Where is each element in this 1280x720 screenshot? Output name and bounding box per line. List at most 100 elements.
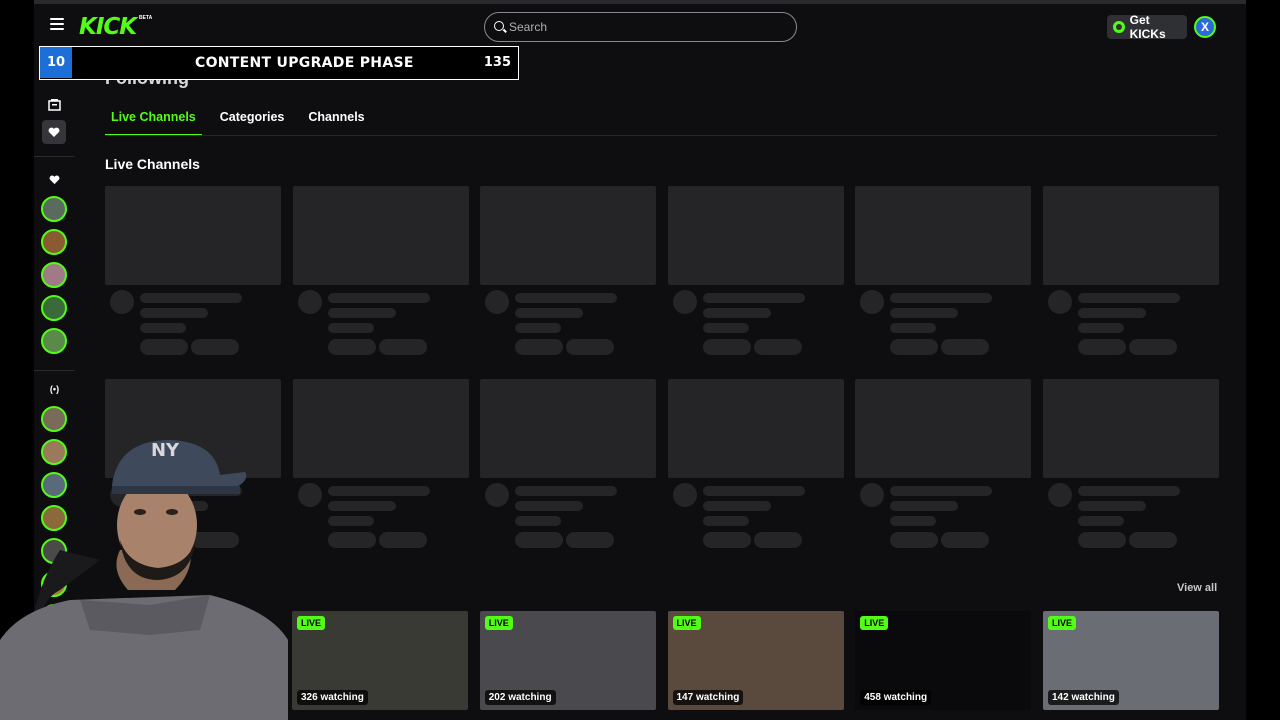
live-stream-row: LIVE 326 watching LIVE 202 watching LIVE 147 … [292, 611, 1219, 710]
tabs-divider [105, 135, 1217, 136]
logo-beta-badge: BETA [139, 15, 153, 21]
skeleton-avatar [672, 290, 697, 314]
stream-info-row [292, 713, 1219, 720]
skeleton-tag [1077, 532, 1126, 548]
sidebar-followed-channel-avatar[interactable] [41, 229, 67, 255]
live-stream-card[interactable]: LIVE 142 watching [1043, 611, 1219, 710]
get-kicks-button[interactable]: Get KICKs [1107, 13, 1187, 41]
get-kicks-label: Get KICKs [1129, 13, 1166, 41]
skeleton-line [1077, 323, 1124, 333]
skeleton-line [702, 516, 749, 526]
skeleton-tag [1128, 339, 1177, 355]
skeleton-line [1077, 486, 1180, 496]
skeleton-line [890, 486, 993, 496]
hamburger-menu-icon[interactable] [50, 18, 64, 30]
section-title-live-channels: Live Channels [105, 156, 200, 172]
skeleton-tag [890, 532, 939, 548]
skeleton-avatar [485, 290, 510, 314]
skeleton-line [1077, 516, 1124, 526]
tab-live-channels[interactable]: Live Channels [105, 108, 202, 136]
skeleton-thumbnail [480, 186, 657, 285]
tab-categories[interactable]: Categories [214, 108, 291, 136]
skeleton-card [1042, 379, 1219, 554]
sidebar-divider [34, 370, 75, 371]
skeleton-thumbnail [667, 379, 844, 478]
skeleton-line [702, 486, 805, 496]
skeleton-thumbnail [292, 186, 469, 285]
browse-icon[interactable] [42, 92, 66, 116]
skeleton-card [855, 186, 1032, 361]
skeleton-avatar [1047, 290, 1072, 314]
search-bar[interactable] [484, 12, 797, 42]
skeleton-row [105, 186, 1219, 361]
skeleton-card [480, 379, 657, 554]
skeleton-tag [378, 532, 427, 548]
skeleton-tag [566, 339, 615, 355]
skeleton-tag [941, 339, 990, 355]
skeleton-line [1077, 308, 1146, 318]
skeleton-line [515, 293, 618, 303]
live-badge: LIVE [297, 616, 326, 630]
skeleton-line [890, 323, 937, 333]
skeleton-thumbnail [480, 379, 657, 478]
skeleton-card [105, 186, 281, 361]
skeleton-line [515, 308, 584, 318]
kick-logo[interactable]: KICK [79, 14, 137, 40]
skeleton-line [327, 501, 396, 511]
sidebar-followed-channel-avatar[interactable] [41, 196, 67, 222]
skeleton-line [327, 486, 430, 496]
sidebar-followed-channel-avatar[interactable] [41, 295, 67, 321]
followed-heart-icon [42, 168, 66, 192]
skeleton-avatar [297, 483, 322, 507]
skeleton-line [1077, 501, 1146, 511]
profile-avatar[interactable]: X [1194, 16, 1216, 38]
skeleton-tag [753, 339, 802, 355]
skeleton-tag [327, 532, 376, 548]
sidebar-live-channel-avatar[interactable] [41, 406, 67, 432]
skeleton-thumbnail [855, 379, 1032, 478]
skeleton-card [292, 186, 469, 361]
following-tabs: Live Channels Categories Channels [105, 108, 383, 136]
live-badge: LIVE [484, 616, 513, 630]
skeleton-line [890, 308, 959, 318]
skeleton-tag [566, 532, 615, 548]
live-stream-card[interactable]: LIVE 326 watching [292, 611, 468, 710]
skeleton-tag [515, 339, 564, 355]
streamer-webcam: NY [0, 440, 288, 720]
phase-number: 10 [40, 47, 72, 78]
skeleton-avatar [860, 483, 885, 507]
skeleton-tag [1128, 532, 1177, 548]
skeleton-line [515, 501, 584, 511]
following-heart-icon[interactable] [42, 120, 66, 144]
live-stream-card[interactable]: LIVE 147 watching [667, 611, 844, 710]
skeleton-line [890, 293, 993, 303]
viewer-count: 142 watching [1048, 690, 1119, 705]
skeleton-tag [327, 339, 376, 355]
skeleton-thumbnail [1042, 379, 1219, 478]
sidebar-followed-channel-avatar[interactable] [41, 328, 67, 354]
skeleton-tag [191, 339, 239, 355]
skeleton-card [667, 186, 844, 361]
search-icon [494, 21, 504, 31]
skeleton-line [327, 293, 430, 303]
skeleton-avatar [110, 290, 134, 314]
skeleton-tag [378, 339, 427, 355]
skeleton-line [515, 323, 562, 333]
skeleton-line [327, 516, 374, 526]
tab-channels[interactable]: Channels [302, 108, 370, 136]
skeleton-line [890, 516, 937, 526]
skeleton-line [702, 323, 749, 333]
skeleton-tag [753, 532, 802, 548]
view-all-link[interactable]: View all [1177, 582, 1217, 594]
skeleton-avatar [672, 483, 697, 507]
skeleton-avatar [860, 290, 885, 314]
search-input[interactable] [509, 18, 779, 36]
sidebar-followed-channel-avatar[interactable] [41, 262, 67, 288]
skeleton-thumbnail [105, 186, 281, 285]
live-stream-card[interactable]: LIVE 202 watching [479, 611, 656, 710]
kicks-coin-icon [1113, 21, 1125, 33]
skeleton-thumbnail [1042, 186, 1219, 285]
skeleton-card [1042, 186, 1219, 361]
live-stream-card[interactable]: LIVE 458 watching [855, 611, 1032, 710]
skeleton-line [1077, 293, 1180, 303]
